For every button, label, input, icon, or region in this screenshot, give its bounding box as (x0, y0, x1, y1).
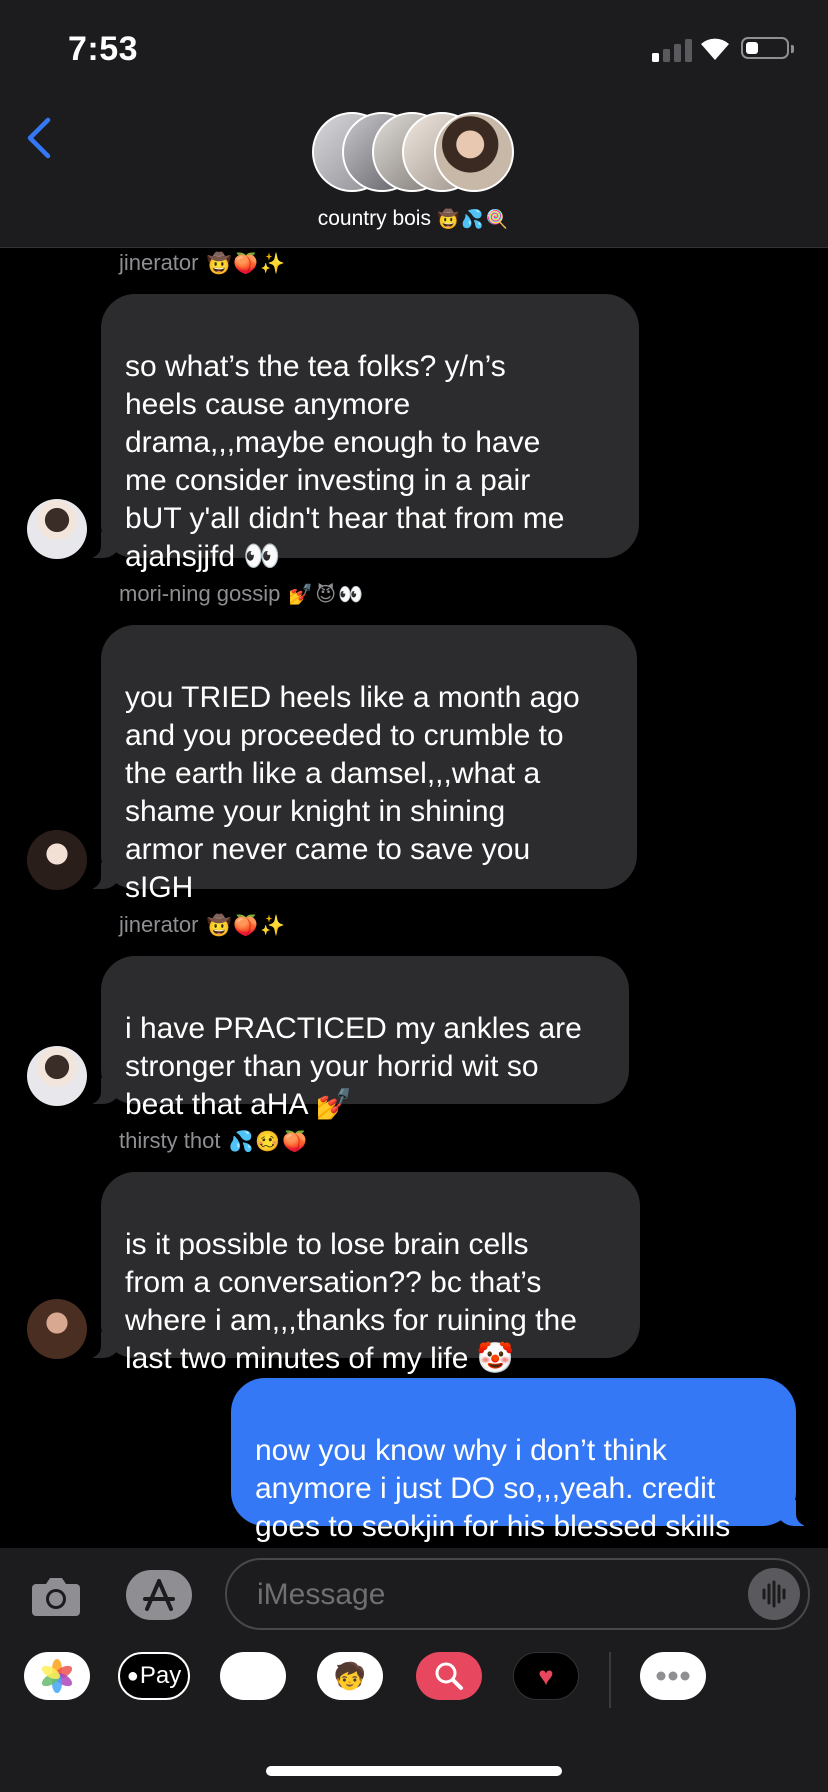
avatar (434, 112, 514, 192)
status-bar: 7:53 (0, 0, 828, 100)
app-drawer: ● Pay 🐵 🧒 ♥ (0, 1652, 828, 1722)
group-avatar-stack[interactable] (312, 112, 518, 196)
more-apps-icon[interactable] (640, 1652, 706, 1700)
sender-avatar[interactable] (27, 1299, 87, 1359)
imessage-input[interactable] (225, 1558, 810, 1630)
cellular-signal-icon (652, 36, 692, 62)
group-name-emoji: 🤠💦🍭 (436, 209, 511, 229)
app-store-button[interactable] (126, 1570, 192, 1620)
audio-message-icon[interactable] (748, 1568, 800, 1620)
photos-app-icon[interactable] (24, 1652, 90, 1700)
sender-avatar[interactable] (27, 1046, 87, 1106)
group-title[interactable]: country bois 🤠💦🍭 (0, 207, 828, 231)
animoji-monkey-icon[interactable]: 🐵 (220, 1652, 286, 1700)
home-indicator[interactable] (266, 1766, 562, 1776)
apple-pay-icon[interactable]: ● Pay (118, 1652, 190, 1700)
back-chevron-icon[interactable] (24, 114, 54, 162)
sender-name: mori-ning gossip 💅😈👀 (119, 581, 366, 606)
sender-name: jinerator 🤠🍑✨ (119, 912, 288, 937)
sender-name: thirsty thot 💦🥴🍑 (119, 1128, 310, 1153)
sender-avatar[interactable] (27, 830, 87, 890)
app-drawer-divider (609, 1652, 611, 1708)
sender-name: jinerator 🤠🍑✨ (119, 250, 288, 275)
app-store-icon (143, 1579, 175, 1611)
message-text-field[interactable] (255, 1560, 739, 1630)
incoming-message-bubble[interactable]: so what’s the tea folks? y/n’s heels cau… (87, 294, 639, 573)
memoji-icon[interactable]: 🧒 (317, 1652, 383, 1700)
group-name-text: country bois (317, 207, 431, 230)
message-composer: ●Pay 🐵 🧒 ♥ (0, 1548, 828, 1792)
incoming-message-bubble[interactable]: i have PRACTICED my ankles are stronger … (87, 956, 629, 1121)
web-search-icon[interactable] (416, 1652, 482, 1700)
wifi-icon (701, 38, 729, 60)
status-time: 7:53 (68, 30, 139, 68)
conversation-header: country bois 🤠💦🍭 (0, 100, 828, 248)
camera-icon[interactable] (30, 1570, 82, 1620)
incoming-message-bubble[interactable]: is it possible to lose brain cells from … (87, 1172, 640, 1375)
outgoing-message-bubble[interactable]: now you know why i don’t think anymore i… (231, 1378, 810, 1543)
digital-touch-heart-icon[interactable]: ♥ (513, 1652, 579, 1700)
incoming-message-bubble[interactable]: you TRIED heels like a month ago and you… (87, 625, 637, 904)
sender-avatar[interactable] (27, 499, 87, 559)
battery-icon (741, 37, 794, 59)
